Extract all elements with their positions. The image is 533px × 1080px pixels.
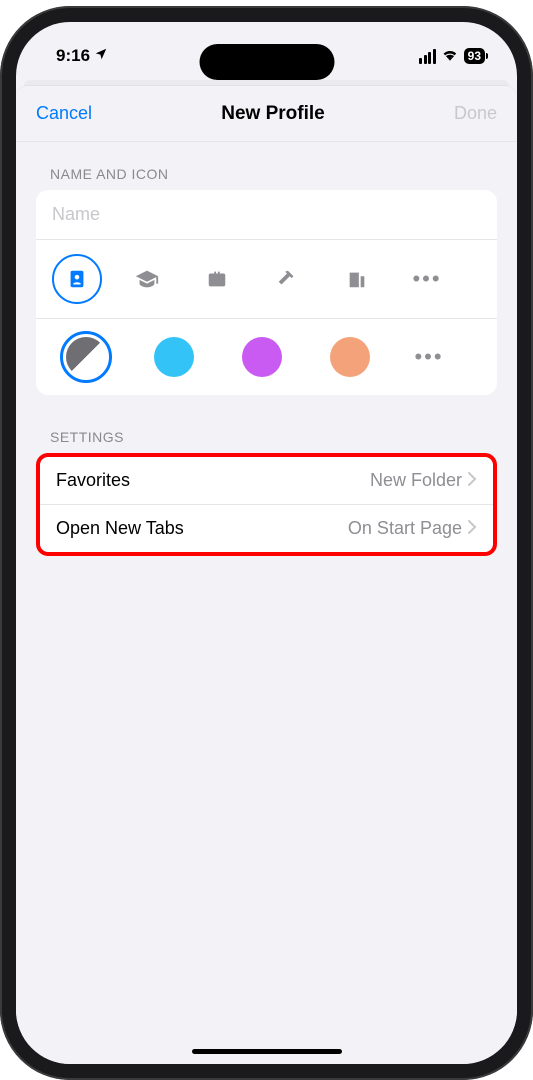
page-title: New Profile: [221, 103, 324, 125]
open-new-tabs-value: On Start Page: [348, 518, 462, 539]
settings-card-highlighted: Favorites New Folder Open New Tabs: [36, 453, 497, 556]
battery-icon: 93: [464, 48, 485, 64]
dynamic-island: [199, 44, 334, 80]
purple-swatch: [242, 337, 282, 377]
color-option-purple[interactable]: [226, 337, 298, 377]
color-option-orange[interactable]: [314, 337, 386, 377]
color-picker-row: •••: [36, 319, 497, 395]
hammer-icon: [276, 268, 298, 290]
icon-option-building[interactable]: [330, 252, 384, 306]
orange-swatch: [330, 337, 370, 377]
two-tone-swatch: [66, 337, 106, 377]
icon-option-briefcase[interactable]: [190, 252, 244, 306]
profile-name-input[interactable]: Name: [36, 190, 497, 240]
favorites-value: New Folder: [370, 470, 462, 491]
device-frame: 9:16 93 Cancel New Profile Done N: [0, 6, 533, 1080]
icon-option-graduation[interactable]: [120, 252, 174, 306]
done-button[interactable]: Done: [454, 103, 497, 124]
icon-option-hammer[interactable]: [260, 252, 314, 306]
color-option-default[interactable]: [50, 331, 122, 383]
chevron-icon: [468, 470, 477, 491]
icon-picker-row: •••: [36, 240, 497, 319]
section-title-name-icon: NAME AND ICON: [36, 166, 497, 190]
more-icon: •••: [412, 266, 441, 291]
open-new-tabs-row[interactable]: Open New Tabs On Start Page: [40, 504, 493, 552]
cancel-button[interactable]: Cancel: [36, 103, 92, 124]
wifi-icon: [441, 46, 459, 66]
open-new-tabs-label: Open New Tabs: [56, 518, 184, 539]
home-indicator[interactable]: [192, 1049, 342, 1054]
graduation-cap-icon: [134, 268, 160, 290]
icon-option-id-card[interactable]: [50, 252, 104, 306]
icon-option-more[interactable]: •••: [400, 266, 454, 292]
color-option-blue[interactable]: [138, 337, 210, 377]
name-icon-card: Name: [36, 190, 497, 395]
status-time: 9:16: [56, 46, 90, 66]
chevron-icon: [468, 518, 477, 539]
cellular-icon: [419, 49, 436, 64]
more-icon: •••: [414, 344, 443, 369]
nav-header: Cancel New Profile Done: [16, 86, 517, 142]
location-icon: [94, 46, 108, 66]
building-icon: [346, 268, 368, 290]
blue-swatch: [154, 337, 194, 377]
modal-sheet: Cancel New Profile Done NAME AND ICON Na…: [16, 86, 517, 1064]
briefcase-icon: [206, 268, 228, 290]
favorites-row[interactable]: Favorites New Folder: [40, 457, 493, 504]
section-title-settings: SETTINGS: [36, 429, 497, 453]
color-option-more[interactable]: •••: [402, 344, 456, 370]
id-card-icon: [66, 268, 88, 290]
favorites-label: Favorites: [56, 470, 130, 491]
